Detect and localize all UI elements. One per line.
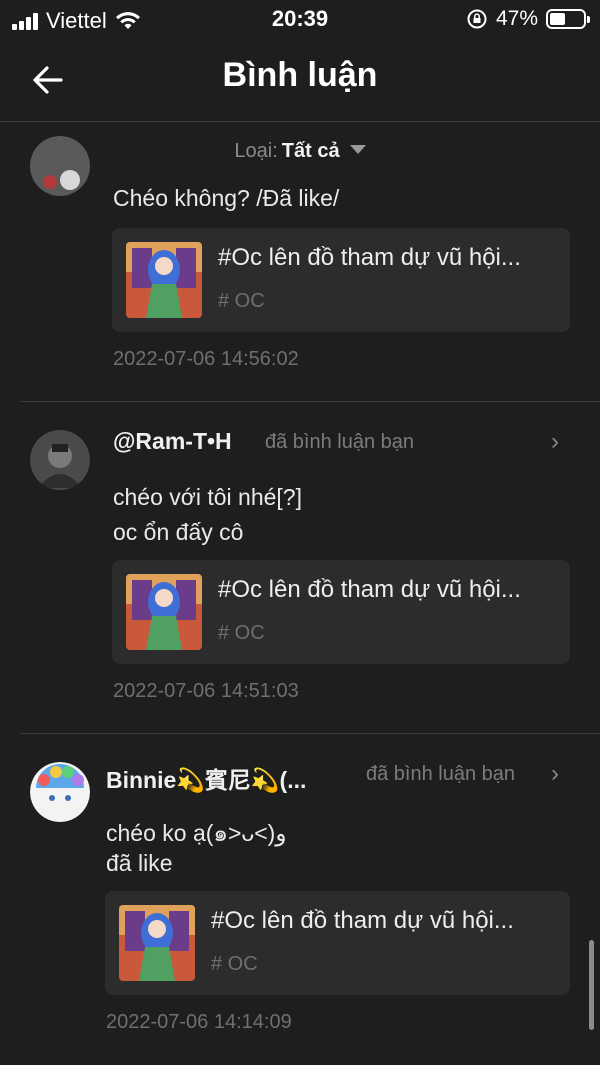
avatar — [30, 136, 90, 196]
post-tag: # OC — [211, 953, 258, 975]
post-title: #Oc lên đồ tham dự vũ hội... — [218, 576, 521, 603]
comment-item[interactable]: Binnie💫賓尼💫(... đã bình luận bạn › chéo k… — [0, 734, 600, 1065]
avatar[interactable] — [30, 430, 90, 490]
comment-timestamp: 2022-07-06 14:51:03 — [113, 680, 299, 702]
scrollbar[interactable] — [589, 940, 594, 1030]
comment-text: oc ổn đấy cô — [113, 519, 244, 545]
post-title: #Oc lên đồ tham dự vũ hội... — [218, 244, 521, 271]
comment-text: Chéo không? /Đã like/ — [113, 185, 340, 211]
post-title: #Oc lên đồ tham dự vũ hội... — [211, 907, 514, 934]
avatar-image — [30, 762, 90, 822]
post-tag: # OC — [218, 622, 265, 644]
post-card[interactable]: #Oc lên đồ tham dự vũ hội... # OC — [112, 228, 570, 332]
comment-action: đã bình luận bạn — [265, 431, 415, 453]
username[interactable]: Binnie💫賓尼💫(... — [106, 761, 306, 795]
chevron-right-icon[interactable]: › — [551, 428, 559, 456]
post-card[interactable]: #Oc lên đồ tham dự vũ hội... # OC — [105, 891, 570, 995]
avatar[interactable] — [30, 762, 90, 822]
comment-text: chéo với tôi nhé[?] — [113, 484, 302, 510]
post-thumbnail — [119, 905, 195, 981]
chevron-right-icon[interactable]: › — [551, 760, 559, 788]
avatar-image — [30, 136, 90, 196]
username[interactable]: @Ram-T•H — [113, 428, 232, 455]
post-thumbnail — [126, 242, 202, 318]
comment-text: chéo ko ạ(๑˃ᴗ˂)ﻭ — [106, 820, 287, 846]
screen: Viettel 20:39 47% Bình luận Loại: Tất cả… — [0, 0, 600, 1065]
post-thumbnail — [126, 574, 202, 650]
comment-timestamp: 2022-07-06 14:14:09 — [106, 1011, 292, 1033]
comment-item[interactable]: Chéo không? /Đã like/ #Oc lên đồ tham dự… — [0, 0, 600, 400]
post-card[interactable]: #Oc lên đồ tham dự vũ hội... # OC — [112, 560, 570, 664]
comment-item[interactable]: @Ram-T•H đã bình luận bạn › chéo với tôi… — [0, 402, 600, 732]
comment-action: đã bình luận bạn — [366, 763, 516, 785]
comment-text: đã like — [106, 850, 173, 876]
avatar-image — [30, 430, 90, 490]
post-tag: # OC — [218, 290, 265, 312]
comment-timestamp: 2022-07-06 14:56:02 — [113, 348, 299, 370]
